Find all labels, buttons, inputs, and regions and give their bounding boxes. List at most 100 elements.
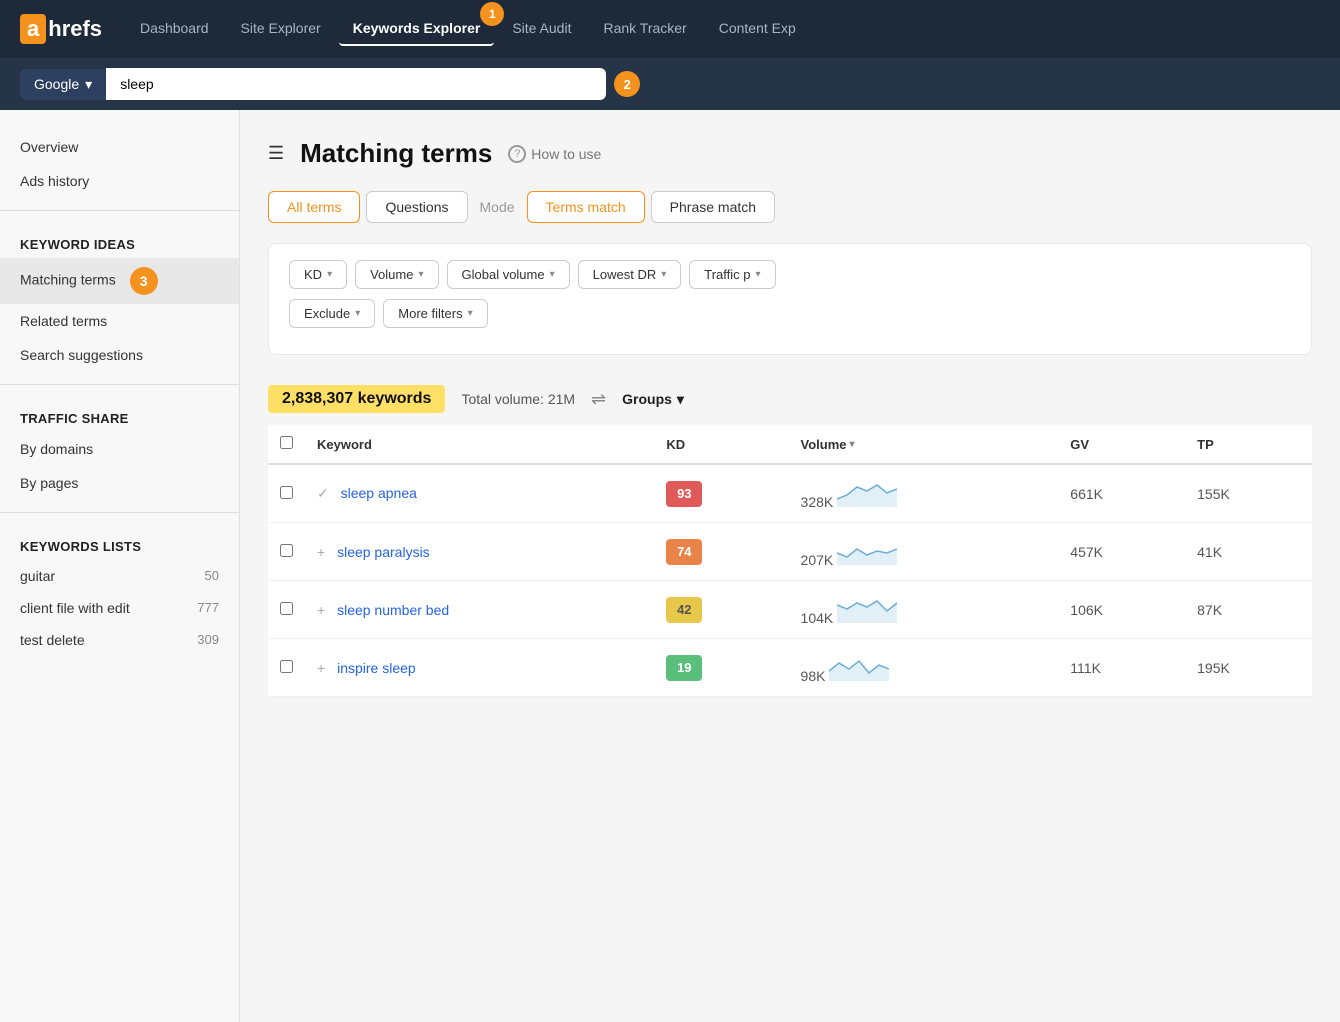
gv-value: 457K — [1070, 544, 1103, 560]
tab-questions[interactable]: Questions — [366, 191, 467, 223]
row-checkbox-cell — [268, 581, 305, 639]
row-gv-cell: 106K — [1058, 581, 1185, 639]
sparkline-chart — [837, 477, 897, 507]
page-header: ☰ Matching terms ? How to use — [268, 138, 1312, 169]
search-input[interactable] — [106, 68, 606, 100]
filters-row-1: KD ▾ Volume ▾ Global volume ▾ Lowest DR … — [289, 260, 1291, 289]
filter-exclude-arrow-icon: ▾ — [355, 308, 360, 319]
keyword-link[interactable]: sleep paralysis — [337, 544, 430, 560]
volume-sort-icon: ▾ — [850, 439, 855, 450]
row-volume-cell: 104K — [789, 581, 1059, 639]
sidebar-list-item-client-file[interactable]: client file with edit 777 — [0, 592, 239, 624]
table-row: + sleep number bed 42 104K 106K 87K — [268, 581, 1312, 639]
nav-site-audit[interactable]: Site Audit — [498, 12, 585, 46]
filter-kd-arrow-icon: ▾ — [327, 269, 332, 280]
row-tp-cell: 195K — [1185, 639, 1312, 697]
nav-dashboard[interactable]: Dashboard — [126, 12, 223, 46]
keyword-link[interactable]: sleep apnea — [341, 485, 417, 501]
row-checkbox-cell — [268, 639, 305, 697]
volume-value: 328K — [801, 494, 834, 510]
table-row: ✓ sleep apnea 93 328K 661K 155K — [268, 464, 1312, 523]
tab-terms-match[interactable]: Terms match — [527, 191, 645, 223]
groups-button[interactable]: Groups ▾ — [622, 391, 684, 408]
sidebar-item-search-suggestions[interactable]: Search suggestions — [0, 338, 239, 372]
nav-rank-tracker[interactable]: Rank Tracker — [589, 12, 700, 46]
table-header-kd: KD — [654, 425, 788, 464]
search-engine-select[interactable]: Google ▾ — [20, 69, 106, 100]
row-volume-cell: 207K — [789, 523, 1059, 581]
tp-value: 87K — [1197, 602, 1222, 618]
list-count-client-file: 777 — [197, 600, 219, 616]
logo-hrefs: hrefs — [48, 16, 102, 42]
sidebar-item-ads-history[interactable]: Ads history — [0, 164, 239, 198]
main-layout: Overview Ads history Keyword ideas Match… — [0, 110, 1340, 1022]
keyword-link[interactable]: sleep number bed — [337, 602, 449, 618]
filter-volume[interactable]: Volume ▾ — [355, 260, 438, 289]
sidebar-matching-terms-label: Matching terms — [20, 272, 116, 288]
how-to-use-button[interactable]: ? How to use — [508, 145, 601, 163]
keyword-link[interactable]: inspire sleep — [337, 660, 416, 676]
row-checkbox[interactable] — [280, 602, 293, 615]
tab-phrase-match[interactable]: Phrase match — [651, 191, 775, 223]
groups-arrow-icon: ▾ — [677, 391, 684, 408]
groups-label: Groups — [622, 391, 672, 407]
select-all-checkbox[interactable] — [280, 436, 293, 449]
sidebar-list-item-test-delete[interactable]: test delete 309 — [0, 624, 239, 656]
filter-lowest-dr-label: Lowest DR — [593, 267, 657, 282]
sidebar-item-by-pages[interactable]: By pages — [0, 466, 239, 500]
table-row: + sleep paralysis 74 207K 457K 41K — [268, 523, 1312, 581]
logo[interactable]: ahrefs — [20, 14, 102, 44]
filter-kd[interactable]: KD ▾ — [289, 260, 347, 289]
row-checkbox[interactable] — [280, 544, 293, 557]
hamburger-icon[interactable]: ☰ — [268, 143, 284, 164]
sidebar-item-related-terms[interactable]: Related terms — [0, 304, 239, 338]
row-checkbox-cell — [268, 464, 305, 523]
engine-label: Google — [34, 76, 79, 92]
filter-volume-arrow-icon: ▾ — [418, 269, 423, 280]
row-checkbox[interactable] — [280, 486, 293, 499]
sidebar-keyword-lists-title: Keywords lists — [0, 525, 239, 560]
filter-more-filters[interactable]: More filters ▾ — [383, 299, 487, 328]
total-volume-label: Total volume: 21M — [461, 391, 575, 407]
filter-volume-label: Volume — [370, 267, 413, 282]
row-action-icon[interactable]: + — [317, 602, 325, 618]
table-row: + inspire sleep 19 98K 111K 195K — [268, 639, 1312, 697]
content-area: ☰ Matching terms ? How to use All terms … — [240, 110, 1340, 1022]
sidebar-divider-3 — [0, 512, 239, 513]
row-checkbox[interactable] — [280, 660, 293, 673]
sidebar-item-matching-terms[interactable]: Matching terms 3 — [0, 258, 239, 304]
row-volume-cell: 328K — [789, 464, 1059, 523]
table-header-tp: TP — [1185, 425, 1312, 464]
tab-all-terms[interactable]: All terms — [268, 191, 360, 223]
row-gv-cell: 661K — [1058, 464, 1185, 523]
sparkline-chart — [829, 651, 889, 681]
nav-keywords-explorer[interactable]: Keywords Explorer — [339, 12, 495, 46]
row-action-icon[interactable]: + — [317, 660, 325, 676]
filters-row-2: Exclude ▾ More filters ▾ — [289, 299, 1291, 328]
filter-exclude[interactable]: Exclude ▾ — [289, 299, 375, 328]
table-header-volume[interactable]: Volume ▾ — [789, 425, 1059, 464]
row-action-icon[interactable]: + — [317, 544, 325, 560]
nav-content-explorer[interactable]: Content Exp — [705, 12, 810, 46]
sidebar-item-overview[interactable]: Overview — [0, 130, 239, 164]
how-to-use-label: How to use — [531, 146, 601, 162]
search-badge-2: 2 — [614, 71, 640, 97]
sparkline-chart — [837, 535, 897, 565]
filter-global-volume[interactable]: Global volume ▾ — [447, 260, 570, 289]
kd-badge: 19 — [666, 655, 702, 681]
top-navigation: ahrefs Dashboard Site Explorer Keywords … — [0, 0, 1340, 58]
sidebar-list-item-guitar[interactable]: guitar 50 — [0, 560, 239, 592]
row-keyword-cell: + sleep paralysis — [305, 523, 654, 581]
keywords-count-badge: 2,838,307 keywords — [268, 385, 445, 413]
row-checkbox-cell — [268, 523, 305, 581]
nav-site-explorer[interactable]: Site Explorer — [227, 12, 335, 46]
sidebar-item-by-domains[interactable]: By domains — [0, 432, 239, 466]
row-tp-cell: 155K — [1185, 464, 1312, 523]
tabs-row: All terms Questions Mode Terms match Phr… — [268, 191, 1312, 223]
filter-lowest-dr[interactable]: Lowest DR ▾ — [578, 260, 682, 289]
row-action-icon[interactable]: ✓ — [317, 485, 329, 501]
table-header-gv: GV — [1058, 425, 1185, 464]
gv-value: 661K — [1070, 486, 1103, 502]
filter-traffic-p[interactable]: Traffic p ▾ — [689, 260, 775, 289]
list-count-guitar: 50 — [205, 568, 219, 584]
